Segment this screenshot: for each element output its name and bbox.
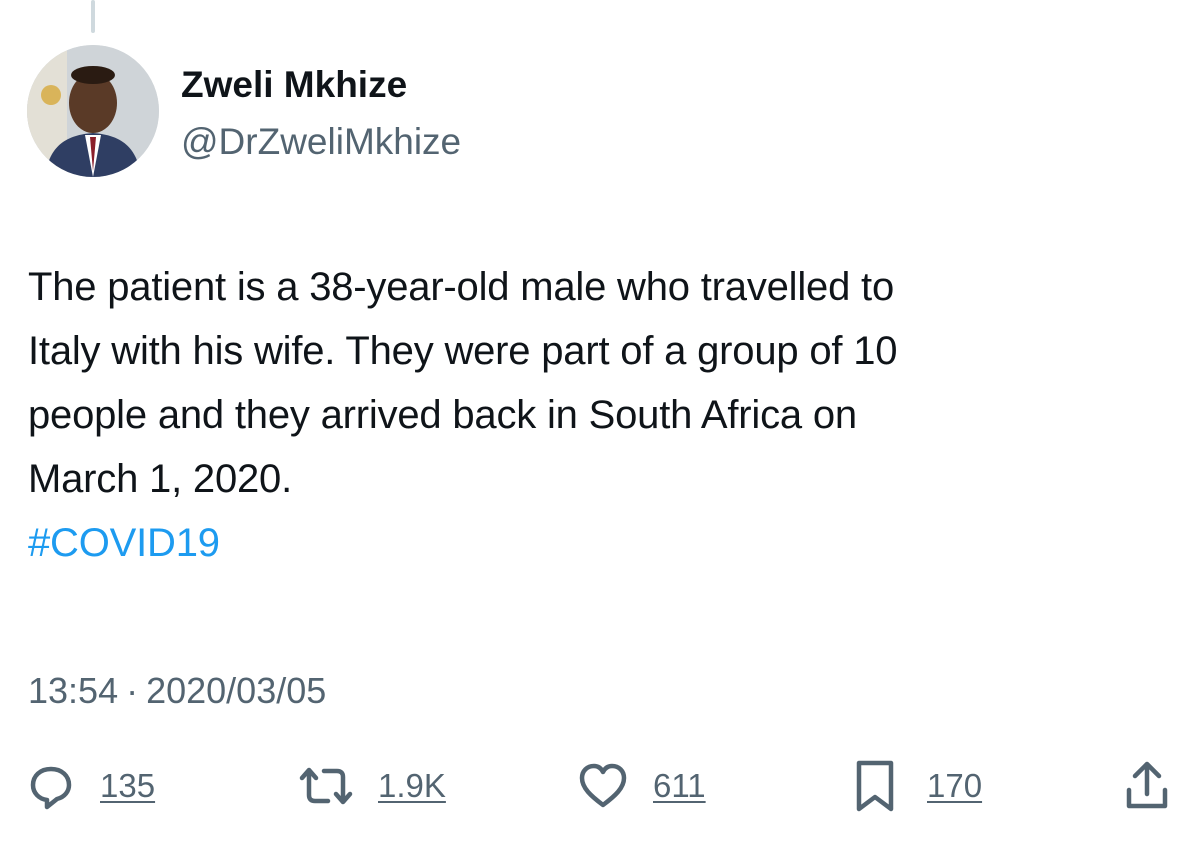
tweet-text-line: March 1, 2020. [28,457,293,501]
tweet-time: 13:54 [28,670,119,711]
share-icon [1124,760,1170,812]
heart-icon [577,761,629,811]
thread-connector-line [91,0,95,33]
avatar-image [27,45,159,177]
hashtag-link[interactable]: #COVID19 [28,511,220,575]
tweet-text-line: The patient is a 38-year-old male who tr… [28,265,895,309]
bookmark-icon [853,759,897,813]
retweet-button[interactable]: 1.9K [296,756,446,816]
retweet-icon [296,761,356,811]
tweet-text-line: people and they arrived back in South Af… [28,393,857,437]
like-button[interactable]: 611 [577,756,706,816]
bookmark-button[interactable]: 170 [853,756,982,816]
retweet-count: 1.9K [378,767,446,804]
tweet-action-bar: 135 1.9K 611 170 [0,756,1200,816]
bookmark-count: 170 [927,767,983,804]
tweet-timestamp[interactable]: 13:54 · 2020/03/05 [28,666,326,716]
tweet-text-line: Italy with his wife. They were part of a… [28,329,898,373]
reply-button[interactable]: 135 [26,756,155,816]
tweet-page: Zweli Mkhize @DrZweliMkhize The patient … [0,0,1200,851]
author-handle[interactable]: @DrZweliMkhize [181,117,461,167]
reply-icon [26,761,76,811]
like-count: 611 [653,767,706,804]
avatar[interactable] [27,45,159,177]
author-name[interactable]: Zweli Mkhize [181,60,407,110]
timestamp-separator: · [126,670,139,711]
tweet-date: 2020/03/05 [146,670,327,711]
share-button[interactable] [1124,756,1170,816]
tweet-text: The patient is a 38-year-old male who tr… [28,255,1178,575]
reply-count: 135 [100,767,156,804]
